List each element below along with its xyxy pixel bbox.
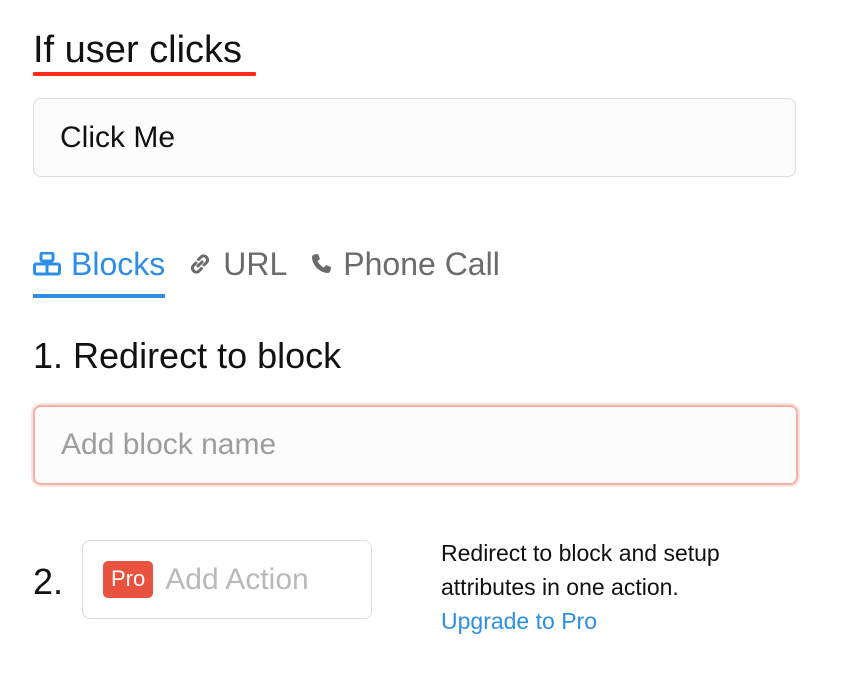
pro-badge: Pro [103, 561, 154, 598]
link-icon [187, 251, 213, 277]
tab-phone-call-label: Phone Call [343, 245, 500, 282]
tab-blocks[interactable]: Blocks [33, 240, 166, 298]
button-text-input[interactable] [33, 98, 796, 177]
phone-icon [309, 252, 333, 276]
upgrade-to-pro-link[interactable]: Upgrade to Pro [441, 608, 597, 634]
tab-blocks-label: Blocks [71, 245, 166, 282]
tab-url[interactable]: URL [187, 240, 287, 288]
upgrade-note: Redirect to block and setup attributes i… [441, 536, 741, 638]
block-name-input[interactable] [33, 405, 798, 485]
add-action-button[interactable]: Pro Add Action [82, 540, 372, 619]
action-type-tabs: Blocks URL Phone Call [33, 240, 522, 298]
blocks-icon [33, 252, 61, 276]
tab-url-label: URL [223, 245, 288, 282]
section-title-underline [33, 72, 256, 76]
add-action-label: Add Action [165, 562, 309, 596]
step-1-title: 1. Redirect to block [33, 335, 342, 376]
upgrade-note-text: Redirect to block and setup attributes i… [441, 540, 720, 600]
tab-phone-call[interactable]: Phone Call [309, 240, 500, 288]
step-2-number: 2. [33, 561, 64, 602]
section-title: If user clicks [33, 29, 243, 71]
